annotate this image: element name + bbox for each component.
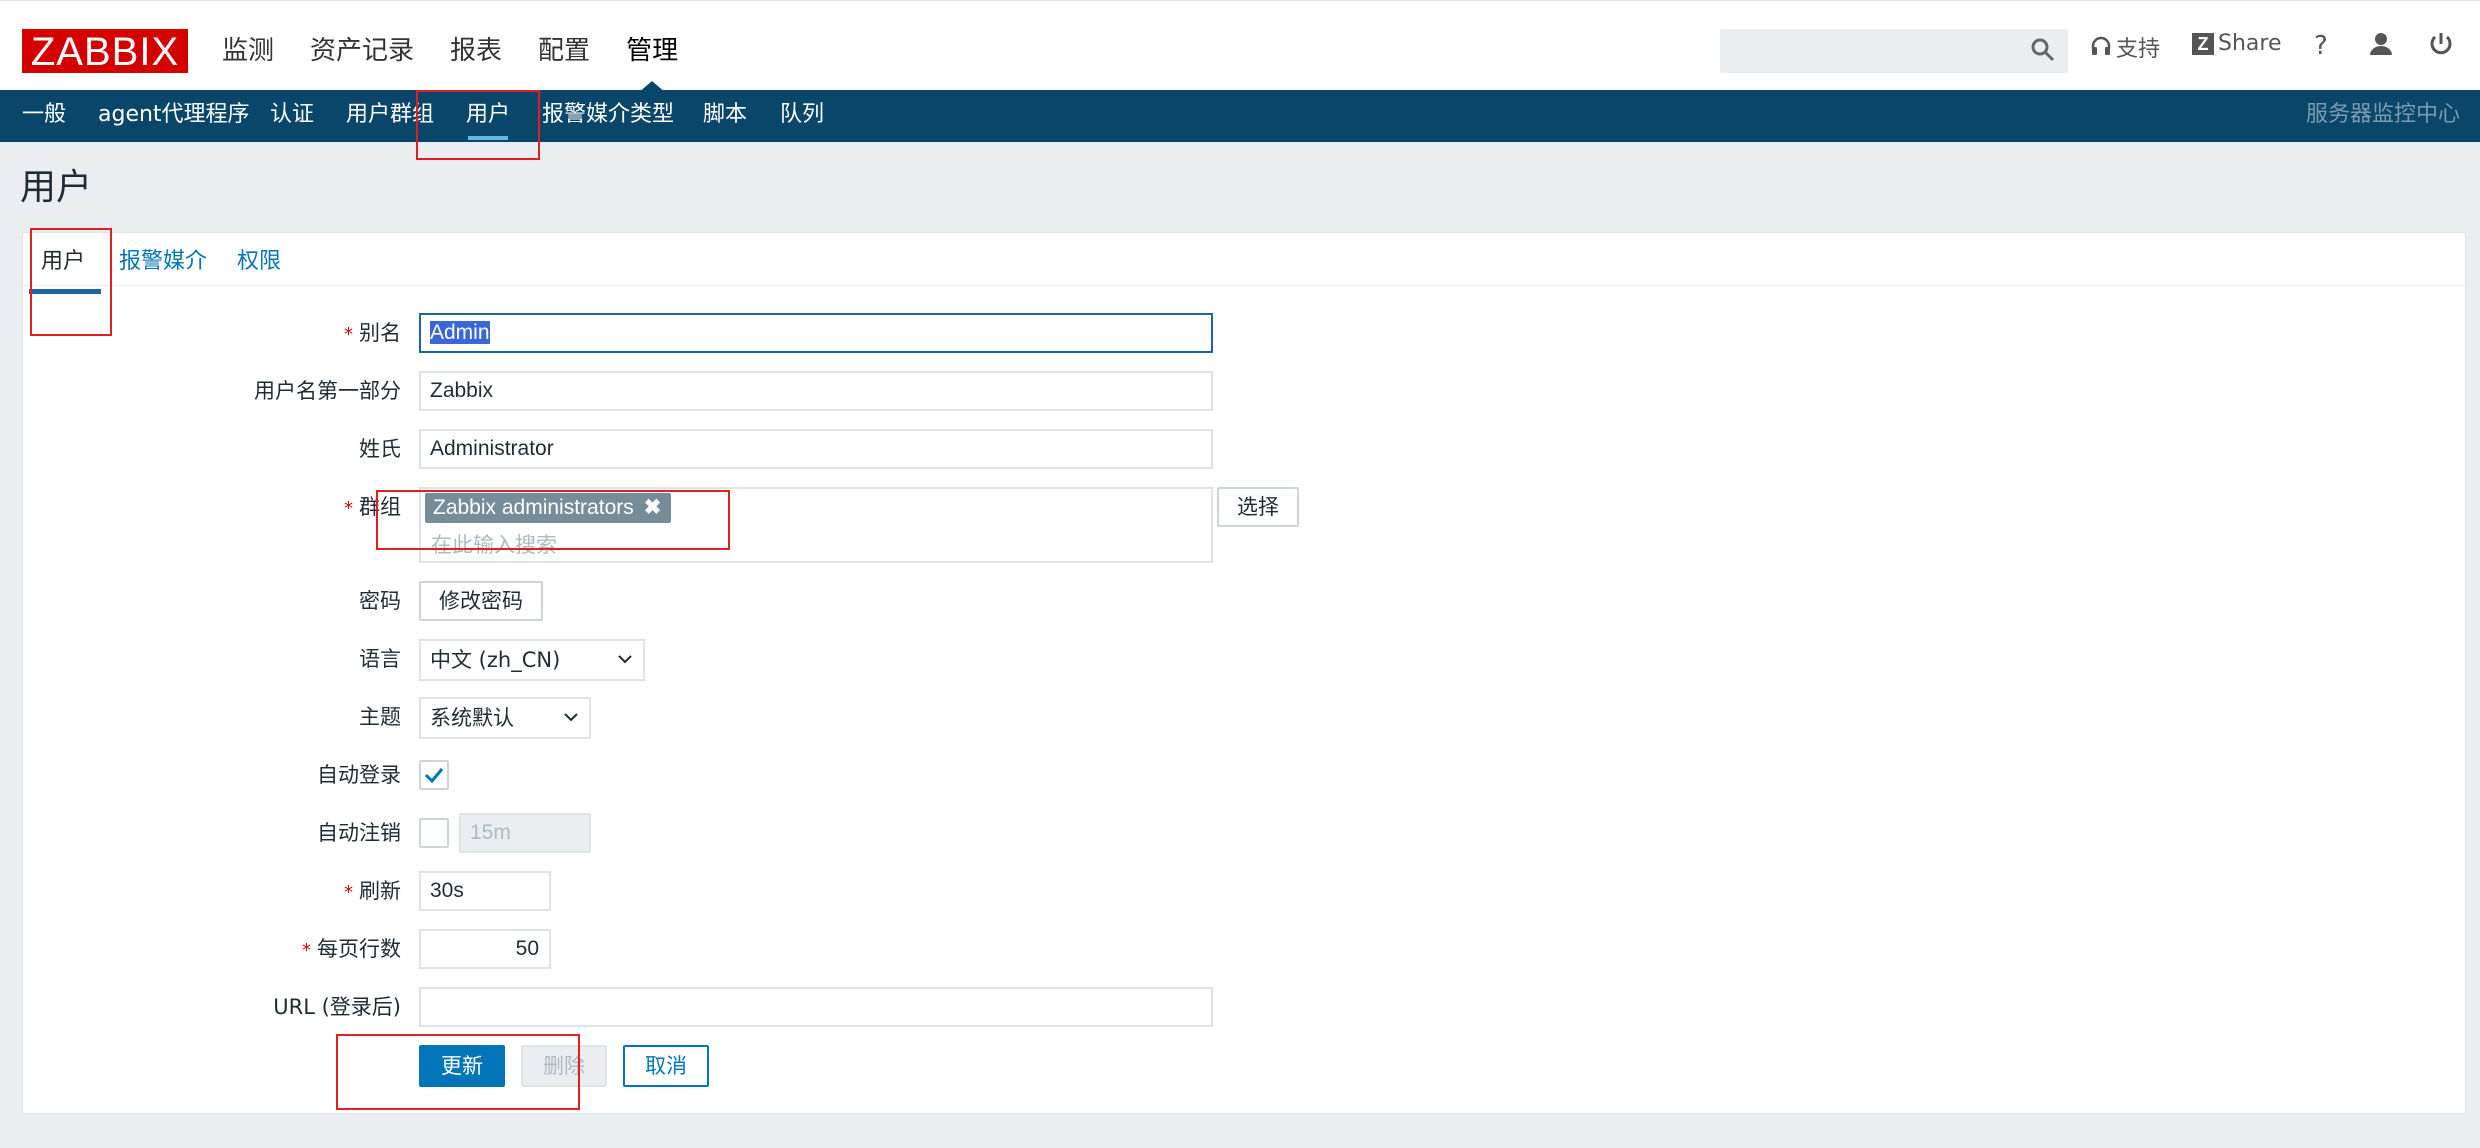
alias-label: * 别名 [344, 313, 401, 355]
page-title: 用户 [20, 167, 93, 208]
refresh-input[interactable]: 30s [419, 871, 551, 911]
logout-button[interactable] [2428, 31, 2454, 57]
help-icon: ? [2314, 31, 2328, 61]
chevron-down-icon [618, 655, 632, 664]
required-mark: * [344, 324, 353, 345]
autologout-label: 自动注销 [317, 821, 401, 845]
autologout-checkbox[interactable] [419, 818, 449, 848]
change-password-button[interactable]: 修改密码 [419, 581, 543, 621]
highlight-group-chip [376, 490, 730, 550]
menu-administration-label: 管理 [626, 36, 679, 66]
help-button[interactable]: ? [2314, 31, 2328, 61]
cancel-button[interactable]: 取消 [623, 1045, 709, 1087]
form-tabs: 用户 报警媒介 权限 [23, 233, 2465, 294]
surname-input[interactable]: Administrator [419, 429, 1213, 469]
user-icon [2370, 33, 2392, 55]
support-label: 支持 [2116, 37, 2161, 62]
chevron-down-icon [564, 713, 578, 722]
support-link[interactable]: 支持 [2090, 31, 2160, 63]
submenu-queue[interactable]: 队列 [780, 90, 824, 142]
select-groups-button[interactable]: 选择 [1217, 487, 1299, 527]
search-icon[interactable] [2030, 37, 2056, 63]
checkmark-icon [424, 768, 444, 784]
autologout-input: 15m [459, 813, 591, 853]
refresh-label-text: 刷新 [359, 879, 401, 903]
share-link[interactable]: Z Share [2192, 31, 2282, 56]
share-label: Share [2218, 31, 2282, 56]
share-z-icon: Z [2192, 32, 2214, 55]
required-mark: * [344, 882, 353, 903]
autologin-checkbox[interactable] [419, 760, 449, 790]
menu-administration[interactable]: 管理 [626, 31, 679, 93]
alias-value: Admin [430, 321, 490, 344]
submenu-proxies[interactable]: agent代理程序 [98, 90, 250, 142]
theme-value: 系统默认 [430, 706, 514, 730]
rows-per-page-label-text: 每页行数 [317, 937, 401, 961]
user-profile-button[interactable] [2368, 31, 2394, 57]
autologin-label: 自动登录 [317, 763, 401, 787]
highlight-user-tab [30, 228, 112, 336]
submenu-scripts[interactable]: 脚本 [703, 90, 747, 142]
alias-input[interactable]: Admin [419, 313, 1213, 353]
theme-select[interactable]: 系统默认 [419, 697, 591, 739]
server-name: 服务器监控中心 [2305, 102, 2460, 127]
surname-label: 姓氏 [359, 437, 401, 461]
required-mark: * [302, 940, 311, 961]
password-label: 密码 [359, 589, 401, 613]
zabbix-logo[interactable]: ZABBIX [22, 29, 188, 74]
submenu-general[interactable]: 一般 [22, 90, 66, 142]
refresh-label: * 刷新 [344, 871, 401, 913]
rows-per-page-label: * 每页行数 [302, 929, 401, 971]
tab-permissions[interactable]: 权限 [237, 247, 281, 277]
theme-label: 主题 [359, 705, 401, 729]
menu-inventory[interactable]: 资产记录 [310, 31, 414, 71]
url-label: URL (登录后) [273, 995, 401, 1019]
global-search-input[interactable] [1720, 29, 2068, 73]
user-form-card: 用户 报警媒介 权限 * 别名 Admin 用户名第一部分 Zabbix 姓氏 A… [22, 232, 2466, 1114]
language-select[interactable]: 中文 (zh_CN) [419, 639, 645, 681]
menu-monitoring[interactable]: 监测 [222, 31, 274, 71]
tab-media[interactable]: 报警媒介 [119, 247, 207, 277]
menu-configuration[interactable]: 配置 [538, 31, 590, 71]
language-value: 中文 (zh_CN) [430, 648, 561, 672]
name-input[interactable]: Zabbix [419, 371, 1213, 411]
highlight-update-button [336, 1034, 580, 1110]
url-input[interactable] [419, 987, 1213, 1027]
main-menu: 监测 资产记录 报表 配置 管理 [222, 31, 714, 93]
alias-label-text: 别名 [359, 321, 401, 345]
menu-reports[interactable]: 报表 [450, 31, 502, 71]
top-bar: ZABBIX 监测 资产记录 报表 配置 管理 支持 Z Share ? [0, 0, 2480, 93]
submenu-authentication[interactable]: 认证 [270, 90, 314, 142]
required-mark: * [344, 498, 353, 519]
highlight-users-menu [416, 90, 540, 160]
headset-icon [2091, 36, 2111, 55]
submenu-media-types[interactable]: 报警媒介类型 [542, 90, 674, 142]
power-icon [2430, 33, 2452, 55]
name-label: 用户名第一部分 [254, 379, 401, 403]
sub-menu: 一般 agent代理程序 认证 用户群组 用户 报警媒介类型 脚本 队列 服务器… [0, 90, 2480, 142]
language-label: 语言 [359, 647, 401, 671]
rows-per-page-input[interactable]: 50 [419, 929, 551, 969]
